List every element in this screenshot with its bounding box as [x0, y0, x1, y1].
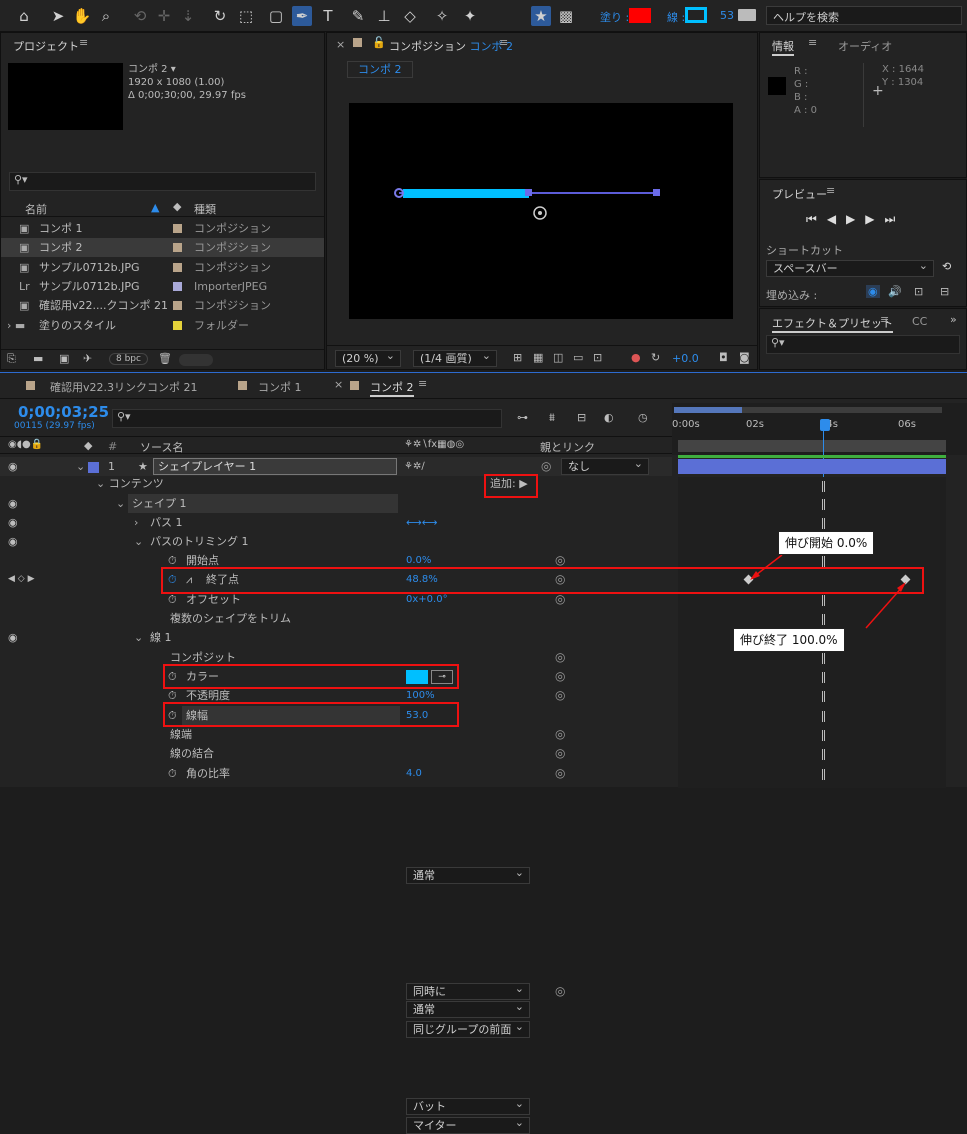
cap-dropdown: バット [406, 1096, 530, 1115]
stroke1-blend-value[interactable]: 通常 [413, 1003, 435, 1016]
callout-end: 伸び終了 100.0% [733, 628, 845, 652]
composite-value[interactable]: 同じグループの前面 [413, 1023, 511, 1036]
trim-multi-pickwhip-icon[interactable]: ◎ [555, 984, 565, 998]
composite-dropdown: 同じグループの前面 [406, 1019, 530, 1038]
callout-start: 伸び開始 0.0% [778, 531, 875, 555]
join-dropdown: マイター [406, 1115, 530, 1134]
callout-arrows [750, 554, 906, 629]
stroke1-blend-dropdown: 通常 [406, 999, 530, 1018]
cap-value[interactable]: バット [413, 1100, 446, 1113]
trim-multiple-dropdown: 同時に [406, 981, 530, 1000]
shape1-blend-value[interactable]: 通常 [413, 869, 435, 882]
trim-multiple-value[interactable]: 同時に [413, 985, 446, 998]
join-value[interactable]: マイター [413, 1119, 457, 1132]
shape1-blend-dropdown: 通常 [406, 865, 530, 884]
